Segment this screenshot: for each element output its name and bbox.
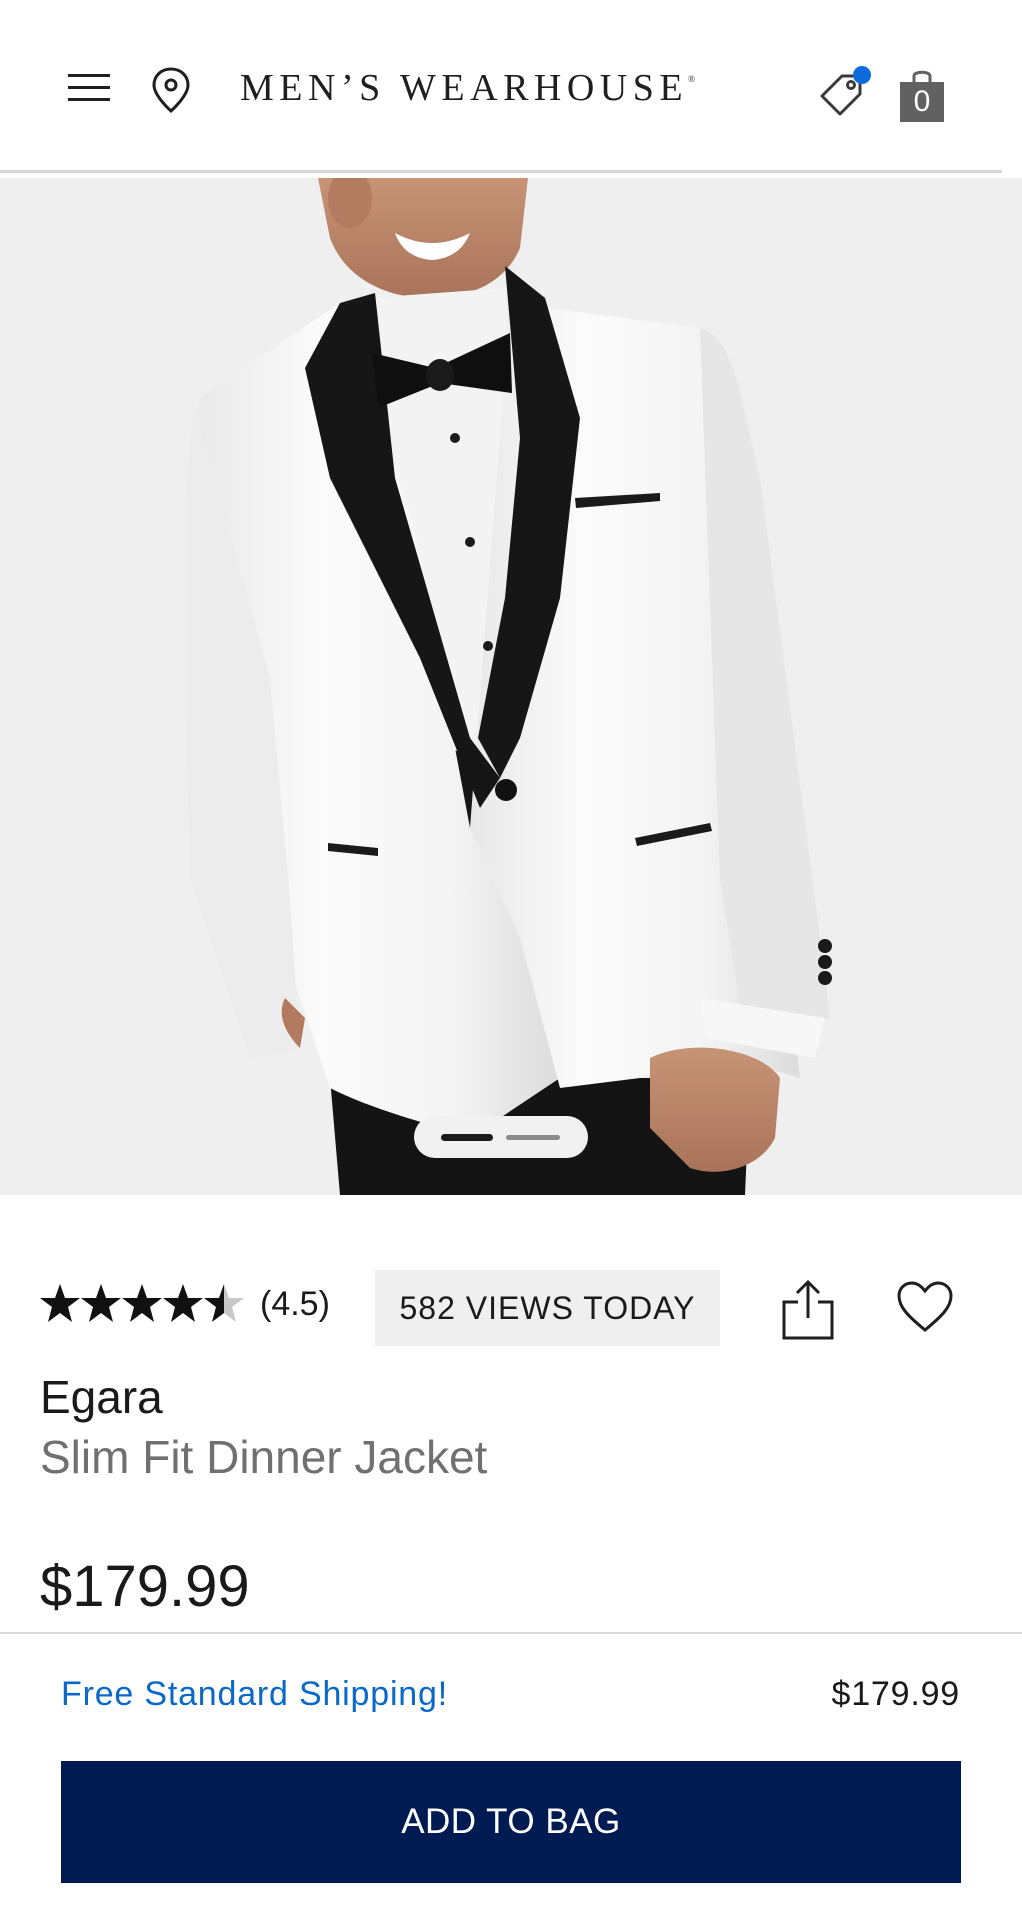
heart-icon[interactable] — [896, 1280, 954, 1334]
add-to-bag-button[interactable]: ADD TO BAG — [61, 1761, 961, 1883]
product-title: Slim Fit Dinner Jacket — [40, 1431, 488, 1483]
carousel-dot[interactable] — [506, 1135, 560, 1140]
shipping-message: Free Standard Shipping! — [61, 1675, 448, 1713]
top-header: MEN’S WEARHOUSE® 0 — [0, 0, 1022, 173]
header-divider — [0, 170, 1002, 173]
brand-logo[interactable]: MEN’S WEARHOUSE® — [240, 66, 695, 110]
rating-value[interactable]: (4.5) — [260, 1285, 330, 1324]
rating-stars-icon[interactable] — [40, 1282, 245, 1326]
views-badge: 582 VIEWS TODAY — [375, 1270, 720, 1346]
jacket-illustration — [185, 178, 832, 1195]
carousel-dot-active[interactable] — [441, 1134, 493, 1141]
product-brand: Egara — [40, 1371, 163, 1423]
bag-count: 0 — [913, 85, 931, 118]
menu-icon[interactable] — [68, 70, 110, 106]
product-price: $179.99 — [40, 1554, 250, 1619]
location-pin-icon[interactable] — [150, 66, 192, 114]
views-text: 582 VIEWS TODAY — [399, 1290, 696, 1326]
share-icon[interactable] — [780, 1278, 836, 1342]
product-image[interactable] — [0, 178, 1022, 1195]
sticky-price: $179.99 — [831, 1675, 960, 1713]
notification-dot — [853, 66, 871, 84]
